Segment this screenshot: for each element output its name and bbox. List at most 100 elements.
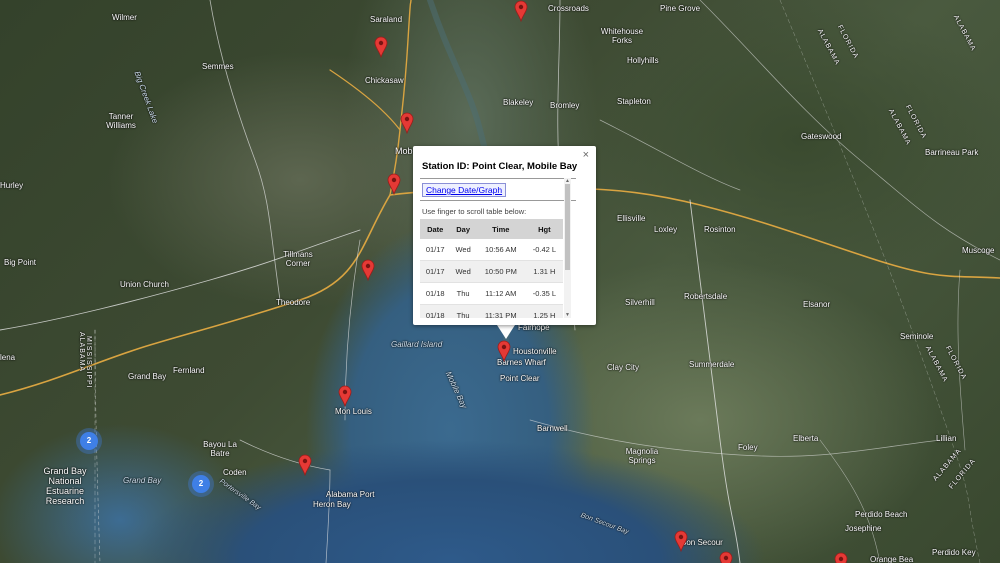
- place-label: Big Point: [4, 258, 37, 267]
- tide-table[interactable]: Date Day Time Hgt 01/17 Wed 10:56 AM -0.…: [420, 219, 563, 318]
- state-label: ALABAMA: [78, 332, 85, 373]
- city-label: Mob: [395, 146, 413, 156]
- place-label: lena: [0, 353, 16, 362]
- cell-day: Wed: [450, 260, 476, 283]
- column-header-time: Time: [475, 219, 526, 239]
- place-label: Seminole: [900, 332, 934, 341]
- place-label: Josephine: [845, 524, 882, 533]
- cell-date: 01/18: [420, 282, 451, 305]
- place-label: Muscoge: [962, 246, 995, 255]
- place-label: Wilmer: [112, 13, 137, 22]
- cell-day: Thu: [450, 282, 476, 305]
- cell-height: -0.42 L: [525, 239, 563, 261]
- state-label: MISSISSIPPI: [85, 336, 92, 389]
- cell-height: 1.31 H: [525, 260, 563, 283]
- cell-height: 1.25 H: [525, 304, 563, 318]
- place-label: Elberta: [793, 434, 819, 443]
- scroll-down-icon[interactable]: ▼: [564, 312, 571, 318]
- map-marker-icon[interactable]: [374, 36, 388, 58]
- place-label: Coden: [223, 468, 247, 477]
- water-label: Grand Bay: [123, 476, 162, 485]
- tide-table-header: Date Day Time Hgt: [420, 219, 563, 239]
- place-label: Barnwell: [537, 424, 568, 433]
- column-header-day: Day: [450, 219, 476, 239]
- place-label: Orange Bea: [870, 555, 914, 563]
- map-marker-icon[interactable]: [387, 173, 401, 195]
- place-label: Magnolia Springs: [625, 447, 659, 465]
- cell-day: Thu: [450, 304, 476, 318]
- place-label: Foley: [738, 443, 758, 452]
- info-window-scrollbar[interactable]: ▲ ▼: [564, 178, 571, 318]
- place-label: Saraland: [370, 15, 403, 24]
- cell-date: 01/17: [420, 260, 451, 283]
- cell-time: 10:56 AM: [475, 239, 526, 261]
- place-label: Pine Grove: [660, 4, 701, 13]
- place-label: Grand Bay: [128, 372, 167, 381]
- place-label: Barrineau Park: [925, 148, 979, 157]
- marker-cluster-icon[interactable]: 2: [80, 432, 98, 450]
- table-row: 01/17 Wed 10:50 PM 1.31 H: [420, 260, 563, 283]
- place-label: Bromley: [550, 101, 580, 110]
- place-label: Silverhill: [625, 298, 655, 307]
- cell-day: Wed: [450, 239, 476, 261]
- table-row: 01/18 Thu 11:12 AM -0.35 L: [420, 282, 563, 305]
- place-label: Lillian: [936, 434, 957, 443]
- place-label: Robertsdale: [684, 292, 728, 301]
- place-label: Stapleton: [617, 97, 651, 106]
- column-header-height: Hgt: [525, 219, 563, 239]
- place-label: Crossroads: [548, 4, 589, 13]
- info-window-content[interactable]: Change Date/Graph Use finger to scroll t…: [420, 178, 576, 318]
- place-label: Tillmans Corner: [283, 250, 313, 268]
- change-date-graph-button[interactable]: Change Date/Graph: [422, 183, 507, 197]
- scroll-hint: Use finger to scroll table below:: [422, 207, 527, 216]
- cell-time: 11:12 AM: [475, 282, 526, 305]
- scrollbar-thumb[interactable]: [565, 184, 570, 270]
- place-label: Perdido Key: [932, 548, 976, 557]
- place-label: Alabama Port: [326, 490, 375, 499]
- table-row: 01/17 Wed 10:56 AM -0.42 L: [420, 239, 563, 261]
- place-label: Union Church: [120, 280, 169, 289]
- place-label: Houstonville: [513, 347, 557, 356]
- cell-date: 01/17: [420, 239, 451, 261]
- place-label: Rosinton: [704, 225, 736, 234]
- place-label: Whitehouse Forks: [600, 27, 644, 45]
- divider: [420, 200, 576, 201]
- place-label: Bayou La Batre: [203, 440, 237, 458]
- place-label: Tanner Williams: [106, 112, 136, 130]
- cell-height: -0.35 L: [525, 282, 563, 305]
- map-marker-icon[interactable]: [674, 530, 688, 552]
- divider: [420, 178, 576, 179]
- column-header-date: Date: [420, 219, 451, 239]
- place-label: Ellisville: [617, 214, 646, 223]
- place-label: Theodore: [276, 298, 311, 307]
- map-marker-icon[interactable]: [400, 112, 414, 134]
- place-label: Perdido Beach: [855, 510, 908, 519]
- place-label: Chickasaw: [365, 76, 404, 85]
- cell-time: 11:31 PM: [475, 304, 526, 318]
- cell-date: 01/18: [420, 304, 451, 318]
- table-row: 01/18 Thu 11:31 PM 1.25 H: [420, 304, 563, 318]
- place-label: Summerdale: [689, 360, 735, 369]
- place-label: Heron Bay: [313, 500, 351, 509]
- info-window-pointer: [497, 325, 515, 339]
- close-icon[interactable]: ×: [583, 149, 589, 161]
- place-label: Mon Louis: [335, 407, 372, 416]
- map-marker-icon[interactable]: [298, 454, 312, 476]
- station-title: Station ID: Point Clear, Mobile Bay: [422, 161, 578, 172]
- place-label: Blakeley: [503, 98, 534, 107]
- place-label: Point Clear: [500, 374, 540, 383]
- map-marker-icon[interactable]: [719, 551, 733, 563]
- map-marker-icon[interactable]: [361, 259, 375, 281]
- place-label: Fernland: [173, 366, 205, 375]
- map-marker-icon[interactable]: [338, 385, 352, 407]
- place-label: Gaillard Island: [391, 340, 443, 349]
- map-marker-icon[interactable]: [514, 0, 528, 22]
- place-label: Elsanor: [803, 300, 831, 309]
- map-marker-icon[interactable]: [497, 340, 511, 362]
- cell-time: 10:50 PM: [475, 260, 526, 283]
- map-marker-icon[interactable]: [834, 552, 848, 563]
- marker-cluster-icon[interactable]: 2: [192, 475, 210, 493]
- place-label: Gateswood: [801, 132, 842, 141]
- place-label: Clay City: [607, 363, 640, 372]
- place-label: Semmes: [202, 62, 234, 71]
